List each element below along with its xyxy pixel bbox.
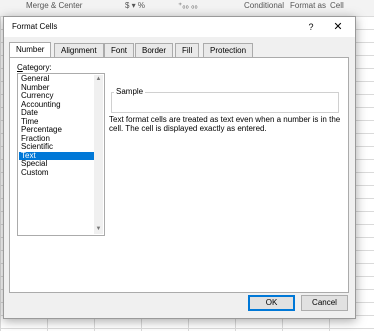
sample-box xyxy=(111,92,339,113)
dialog-titlebar: Format Cells ? ✕ xyxy=(4,17,355,37)
merge-center-button[interactable]: Merge & Center xyxy=(26,1,82,10)
category-item-custom[interactable]: Custom xyxy=(19,168,95,178)
cell-styles-button[interactable]: Cell xyxy=(330,1,344,10)
number-tab-panel: Category: General Number Currency Accoun… xyxy=(9,57,349,293)
tab-font[interactable]: Font xyxy=(104,43,135,57)
format-as-table-button[interactable]: Format as xyxy=(290,1,326,10)
dialog-tabs: Number Alignment Font Border Fill Protec… xyxy=(9,42,349,58)
tab-number[interactable]: Number xyxy=(9,42,52,57)
sample-label: Sample xyxy=(114,87,146,96)
tab-fill[interactable]: Fill xyxy=(175,43,200,57)
category-label: Category: xyxy=(17,63,52,72)
chevron-down-icon[interactable]: ▼ xyxy=(94,225,103,234)
ok-button[interactable]: OK xyxy=(248,295,295,311)
format-cells-dialog: Format Cells ? ✕ Number Alignment Font B… xyxy=(3,16,356,319)
tab-alignment[interactable]: Alignment xyxy=(54,43,104,57)
tab-protection[interactable]: Protection xyxy=(203,43,254,57)
category-listbox[interactable]: General Number Currency Accounting Date … xyxy=(17,73,105,236)
decimal-buttons[interactable]: ⁺₀₀ ₀₀ xyxy=(178,1,198,10)
close-button[interactable]: ✕ xyxy=(330,20,346,34)
format-description: Text format cells are treated as text ev… xyxy=(109,115,341,133)
chevron-up-icon[interactable]: ▲ xyxy=(94,75,103,84)
category-list: General Number Currency Accounting Date … xyxy=(19,74,95,178)
help-button[interactable]: ? xyxy=(304,20,318,34)
number-format-buttons[interactable]: $ ▾ % xyxy=(125,1,145,10)
tab-border[interactable]: Border xyxy=(135,43,174,57)
conditional-formatting-button[interactable]: Conditional xyxy=(244,1,284,10)
cancel-button[interactable]: Cancel xyxy=(301,295,348,311)
category-scrollbar[interactable]: ▲ ▼ xyxy=(94,75,103,234)
dialog-title: Format Cells xyxy=(12,22,58,31)
excel-ribbon: Merge & Center $ ▾ % ⁺₀₀ ₀₀ Conditional … xyxy=(0,0,374,17)
